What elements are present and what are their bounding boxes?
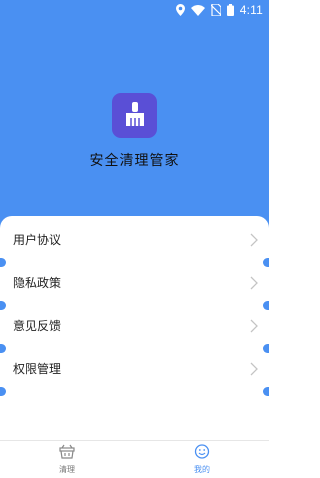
app-logo: [112, 93, 157, 138]
chevron-right-icon: [249, 318, 259, 334]
tab-label: 我的: [194, 465, 210, 474]
broom-icon: [121, 100, 149, 132]
battery-icon: [226, 4, 234, 16]
menu-item-permissions[interactable]: 权限管理: [0, 347, 269, 390]
status-time: 4:11: [239, 3, 263, 17]
location-icon: [175, 4, 185, 16]
settings-menu: 用户协议 隐私政策 意见反馈 权限管理: [0, 216, 269, 416]
status-bar: 4:11: [0, 0, 269, 20]
menu-item-privacy-policy[interactable]: 隐私政策: [0, 261, 269, 304]
divider-notch: [263, 387, 269, 396]
menu-item-label: 意见反馈: [13, 319, 62, 333]
divider-notch: [263, 301, 269, 310]
menu-item-label: 用户协议: [13, 233, 62, 247]
basket-icon: [59, 444, 75, 463]
tab-clean[interactable]: 清理: [32, 444, 102, 475]
menu-item-label: 隐私政策: [13, 276, 62, 290]
bottom-tab-bar: 清理 我的: [0, 440, 269, 478]
no-sim-icon: [210, 4, 221, 16]
menu-item-feedback[interactable]: 意见反馈: [0, 304, 269, 347]
tab-mine[interactable]: 我的: [167, 444, 237, 475]
chevron-right-icon: [249, 275, 259, 291]
wifi-icon: [190, 4, 205, 16]
app-title: 安全清理管家: [89, 153, 180, 169]
chevron-right-icon: [249, 232, 259, 248]
smiley-icon: [194, 444, 210, 463]
chevron-right-icon: [249, 361, 259, 377]
menu-item-label: 权限管理: [13, 362, 62, 376]
tab-label: 清理: [59, 465, 75, 474]
header-banner: 4:11 安全清理管家: [0, 0, 269, 228]
menu-item-user-agreement[interactable]: 用户协议: [0, 218, 269, 261]
divider-notch: [263, 258, 269, 267]
divider-notch: [263, 344, 269, 353]
